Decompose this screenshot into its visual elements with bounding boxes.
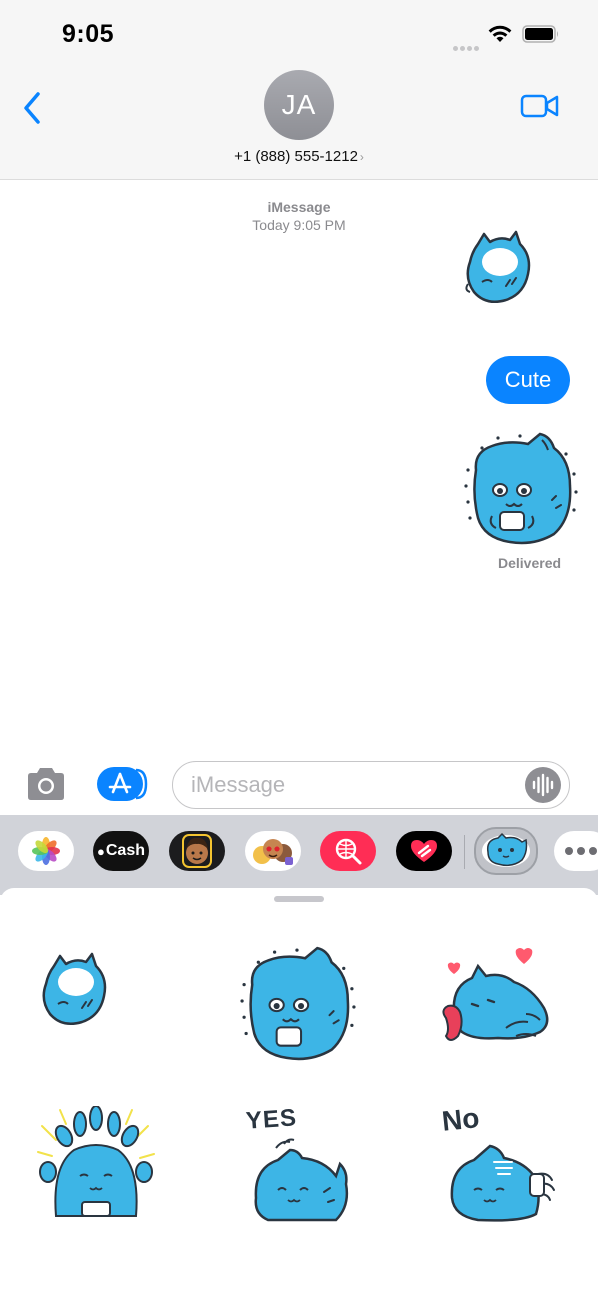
sticker-cat-thumbnail-icon	[482, 832, 530, 867]
memoji-face-icon	[182, 834, 212, 868]
delivery-status: Delivered	[498, 555, 562, 571]
sticker-cat-ball[interactable]	[38, 948, 112, 1030]
status-bar: 9:05	[0, 0, 598, 64]
apple-logo-icon: ●	[97, 843, 105, 859]
globe-search-icon	[335, 838, 362, 865]
message-input-field[interactable]	[172, 761, 570, 809]
app-drawer: ● Cash	[0, 815, 598, 895]
contact-avatar[interactable]: JA	[264, 70, 334, 140]
cellular-signal-icon	[453, 38, 481, 51]
sticker-cat-hearts[interactable]	[436, 944, 558, 1066]
camera-icon[interactable]	[24, 766, 68, 802]
app-drawer-divider	[464, 835, 465, 869]
conversation-header: JA +1 (888) 555-1212 ›	[0, 64, 598, 180]
memoji-stickers-icon[interactable]	[245, 831, 301, 871]
message-text: Cute	[504, 367, 552, 392]
wifi-icon	[488, 25, 512, 42]
contact-title[interactable]: +1 (888) 555-1212 ›	[0, 148, 598, 165]
sent-sticker-crying-cat[interactable]	[462, 430, 580, 548]
sent-message-bubble[interactable]: Cute	[486, 356, 570, 404]
memoji-stickers-faces-icon	[253, 839, 293, 865]
heart-icon	[411, 840, 437, 862]
sticker-yes-cat[interactable]: YES	[238, 1102, 362, 1226]
chevron-right-icon: ›	[359, 150, 364, 164]
more-icon[interactable]	[554, 831, 598, 871]
ellipsis-icon	[565, 847, 597, 855]
video-call-icon[interactable]	[520, 92, 560, 120]
digital-touch-icon[interactable]	[396, 831, 452, 871]
service-label: iMessage	[267, 199, 331, 215]
sent-sticker-cat-ball[interactable]	[462, 226, 536, 308]
battery-icon	[522, 25, 558, 43]
app-store-icon[interactable]	[96, 766, 150, 802]
apple-cash-icon[interactable]: ● Cash	[93, 831, 149, 871]
image-search-icon[interactable]	[320, 831, 376, 871]
no-cat-drawing	[450, 1144, 555, 1222]
sticker-cat-many-arms[interactable]	[34, 1106, 158, 1222]
panel-grabber[interactable]	[274, 896, 324, 902]
apple-cash-label: Cash	[105, 842, 145, 859]
photos-icon[interactable]	[18, 831, 74, 871]
memoji-icon[interactable]	[169, 831, 225, 871]
contact-number[interactable]: +1 (888) 555-1212	[234, 148, 358, 165]
sticker-panel: YES No	[0, 888, 598, 1300]
sticker-app-icon[interactable]	[474, 827, 538, 875]
photos-flower-icon	[32, 837, 60, 865]
back-chevron-icon[interactable]	[18, 88, 48, 128]
yes-cat-drawing	[254, 1138, 349, 1222]
status-time: 9:05	[62, 20, 115, 48]
sticker-no-cat[interactable]: No	[438, 1102, 562, 1226]
audio-message-icon[interactable]	[525, 767, 561, 803]
message-input[interactable]	[191, 770, 511, 800]
sticker-crying-cat[interactable]	[238, 942, 358, 1066]
